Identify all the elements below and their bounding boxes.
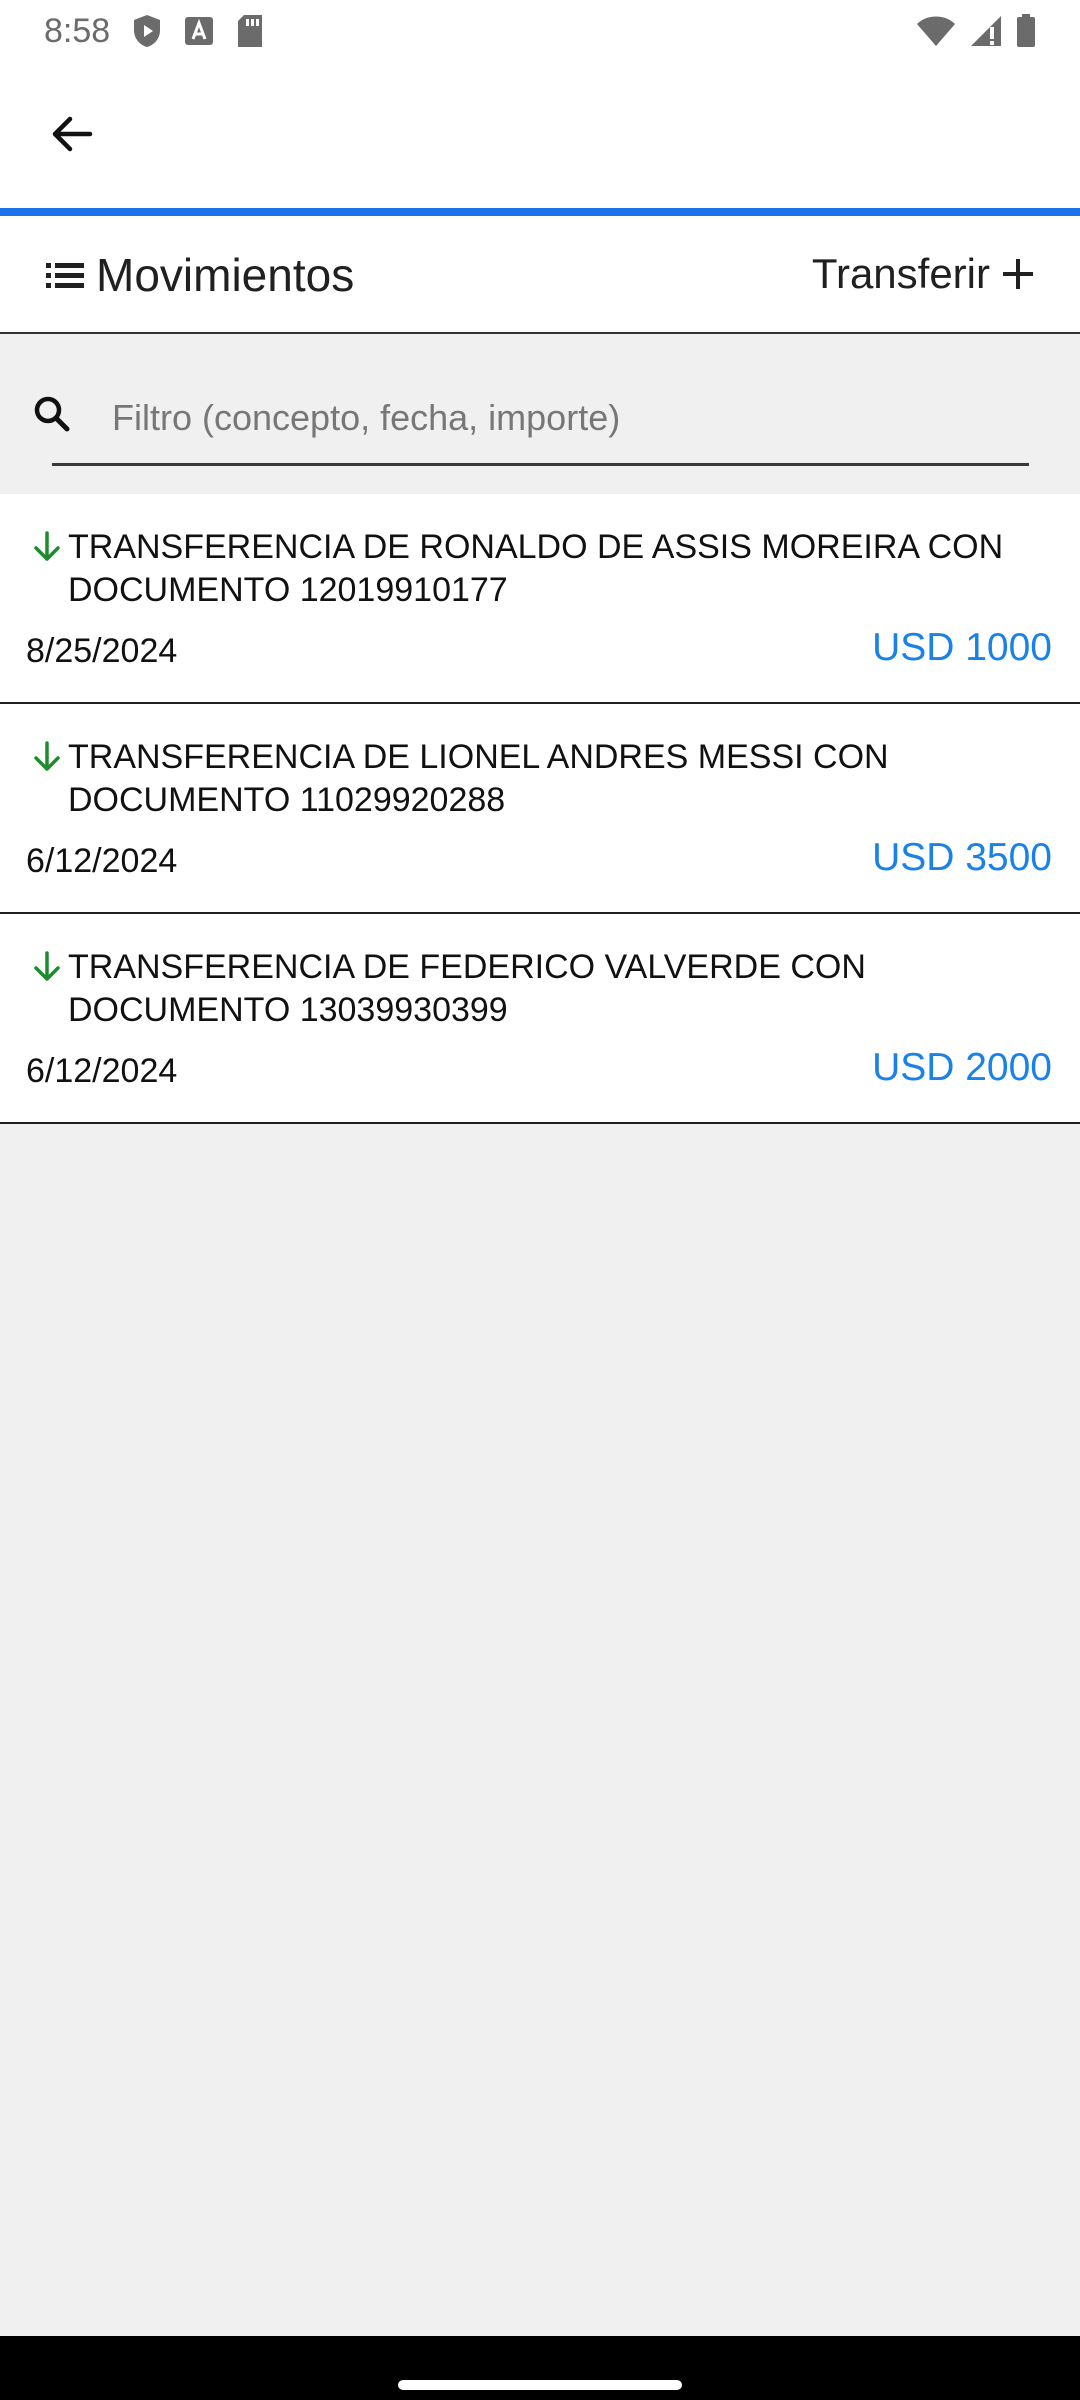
movement-date: 6/12/2024 [26,842,178,880]
accent-divider [0,208,1080,216]
sd-card-icon [236,14,264,48]
movement-description: TRANSFERENCIA DE LIONEL ANDRES MESSI CON… [68,738,889,819]
wifi-icon [916,15,956,47]
battery-icon [1016,14,1036,48]
home-indicator[interactable] [398,2380,682,2390]
back-button[interactable] [36,98,108,170]
movement-description: TRANSFERENCIA DE FEDERICO VALVERDE CON D… [68,948,866,1029]
transfer-button-label: Transferir [811,250,990,297]
arrow-down-icon [34,741,60,771]
status-time: 8:58 [44,11,111,50]
keyboard-a-icon [184,16,214,46]
arrow-down-icon [34,531,60,561]
search-icon [28,390,76,438]
screen: 8:58 Movimientos Transferir Filtro (conc… [0,0,1080,2400]
movement-amount: USD 3500 [872,836,1052,879]
movement-amount: USD 1000 [872,626,1052,669]
movements-list: TRANSFERENCIA DE RONALDO DE ASSIS MOREIR… [0,494,1080,1124]
status-left: 8:58 [44,12,264,51]
search-divider [98,366,100,424]
app-bar [0,62,1080,210]
movement-item[interactable]: TRANSFERENCIA DE RONALDO DE ASSIS MOREIR… [0,494,1080,704]
status-bar: 8:58 [0,0,1080,62]
transfer-button[interactable]: Transferir [812,250,1036,298]
shield-icon [132,14,162,48]
movement-description: TRANSFERENCIA DE RONALDO DE ASSIS MOREIR… [68,528,1004,609]
arrow-back-icon [52,116,93,152]
filter-bar [0,336,1080,494]
movement-date: 6/12/2024 [26,1052,178,1090]
page-title-text: Movimientos [96,249,355,301]
status-right [916,14,1036,48]
page-title: Movimientos [44,248,354,302]
signal-icon [970,15,1002,47]
section-header: Movimientos Transferir [0,216,1080,334]
search-input[interactable] [112,388,972,448]
movement-date: 8/25/2024 [26,632,178,670]
movement-item[interactable]: TRANSFERENCIA DE LIONEL ANDRES MESSI CON… [0,704,1080,914]
list-icon [46,263,84,288]
arrow-down-icon [34,951,60,981]
system-nav-bar [0,2336,1080,2400]
plus-icon [1003,259,1033,289]
movement-item[interactable]: TRANSFERENCIA DE FEDERICO VALVERDE CON D… [0,914,1080,1124]
movement-amount: USD 2000 [872,1046,1052,1089]
